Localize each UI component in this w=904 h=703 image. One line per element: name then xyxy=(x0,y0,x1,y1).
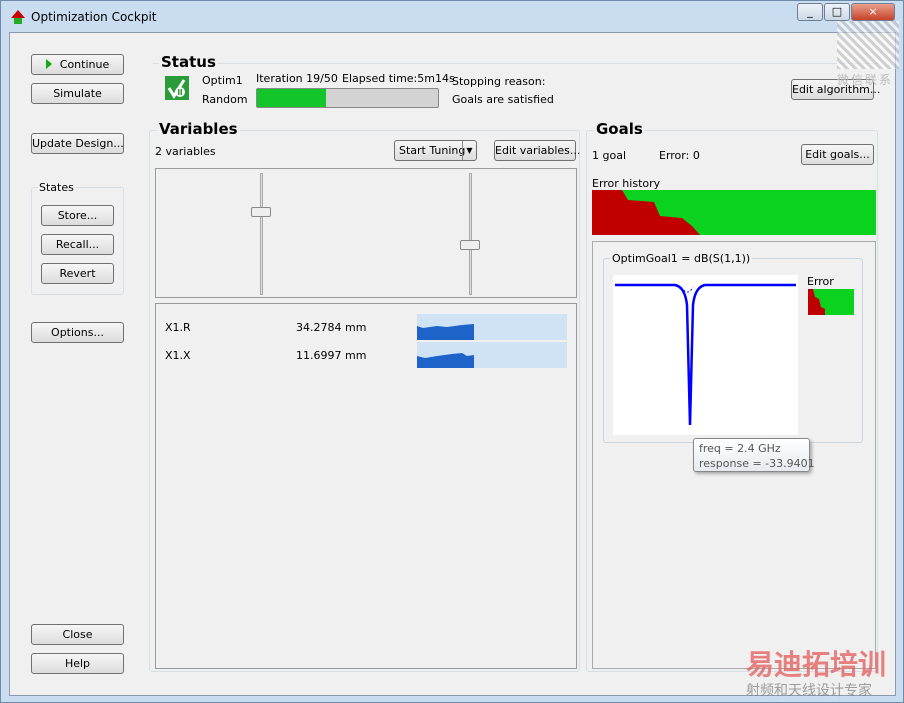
status-heading: Status xyxy=(159,53,218,71)
store-button[interactable]: Store... xyxy=(41,205,114,226)
edit-goals-button[interactable]: Edit goals... xyxy=(801,144,874,165)
qr-code-watermark xyxy=(837,21,899,69)
variables-count: 2 variables xyxy=(155,145,216,158)
variables-heading: Variables xyxy=(157,120,240,138)
chevron-down-icon: ▼ xyxy=(462,141,476,160)
goals-heading: Goals xyxy=(594,120,645,138)
goal-plot-title: OptimGoal1 = dB(S(1,1)) xyxy=(610,252,753,265)
edit-variables-button[interactable]: Edit variables... xyxy=(494,140,580,161)
variable-value: 34.2784 mm xyxy=(296,321,367,334)
goals-count: 1 goal xyxy=(592,149,627,162)
app-icon xyxy=(11,10,25,24)
variables-list: X1.R 34.2784 mm X1.X 11.6997 mm xyxy=(155,303,577,669)
variable-name: X1.R xyxy=(165,321,191,334)
variable-value: 11.6997 mm xyxy=(296,349,367,362)
continue-button[interactable]: Continue xyxy=(31,54,124,75)
window-title: Optimization Cockpit xyxy=(31,10,157,24)
help-button[interactable]: Help xyxy=(31,653,124,674)
elapsed-time: Elapsed time:5m14s xyxy=(342,72,455,85)
window: Optimization Cockpit _ □ × Continue Simu… xyxy=(0,0,904,703)
optimizer-name: Optim1 xyxy=(202,74,243,87)
error-history-label: Error history xyxy=(592,177,661,190)
optimizer-running-icon xyxy=(165,76,189,100)
continue-label: Continue xyxy=(59,58,110,71)
data-tooltip: freq = 2.4 GHz response = -33.9401 xyxy=(693,438,815,472)
variable-name: X1.X xyxy=(165,349,191,362)
start-tuning-dropdown[interactable]: Start Tuning ▼ xyxy=(394,140,477,161)
slider-thumb-x1r[interactable] xyxy=(251,206,271,217)
watermark-brand: 易迪拓培训 xyxy=(746,648,887,681)
error-history-chart xyxy=(592,190,876,235)
variable-row: X1.X 11.6997 mm xyxy=(165,342,573,375)
variable-history-sparkline xyxy=(417,314,567,340)
iteration-progress-bar xyxy=(256,88,439,108)
tooltip-response: response = -33.9401 xyxy=(699,457,815,470)
tooltip-freq: freq = 2.4 GHz xyxy=(699,442,781,455)
iteration-text: Iteration 19/50 xyxy=(256,72,338,85)
watermark-top: 微信联系 xyxy=(837,73,894,87)
watermark-tagline: 射频和天线设计专家 xyxy=(746,683,872,699)
variable-history-sparkline xyxy=(417,342,567,368)
play-icon xyxy=(45,59,52,69)
goal-response-plot xyxy=(613,275,798,435)
slider-thumb-x1x[interactable] xyxy=(460,240,480,251)
stopping-reason-label: Stopping reason: xyxy=(452,75,546,88)
slider-track-x1x xyxy=(469,173,472,295)
error-legend-label: Error xyxy=(807,275,834,288)
slider-track-x1r xyxy=(260,173,263,295)
maximize-button[interactable]: □ xyxy=(824,3,850,21)
start-tuning-label: Start Tuning xyxy=(399,144,466,157)
optimizer-method: Random xyxy=(202,93,248,106)
sliders-panel xyxy=(155,168,577,298)
revert-button[interactable]: Revert xyxy=(41,263,114,284)
update-design-button[interactable]: Update Design... xyxy=(31,133,124,154)
simulate-button[interactable]: Simulate xyxy=(31,83,124,104)
goals-error: Error: 0 xyxy=(659,149,700,162)
client-area: Continue Simulate Update Design... State… xyxy=(9,32,896,696)
close-button[interactable]: Close xyxy=(31,624,124,645)
options-button[interactable]: Options... xyxy=(31,322,124,343)
progress-fill xyxy=(257,89,326,107)
stopping-reason-value: Goals are satisfied xyxy=(452,93,554,106)
close-window-button[interactable]: × xyxy=(851,3,895,21)
recall-button[interactable]: Recall... xyxy=(41,234,114,255)
error-legend-chart xyxy=(808,289,854,315)
minimize-button[interactable]: _ xyxy=(797,3,823,21)
states-label: States xyxy=(38,181,75,194)
title-bar: Optimization Cockpit _ □ × xyxy=(1,1,903,33)
